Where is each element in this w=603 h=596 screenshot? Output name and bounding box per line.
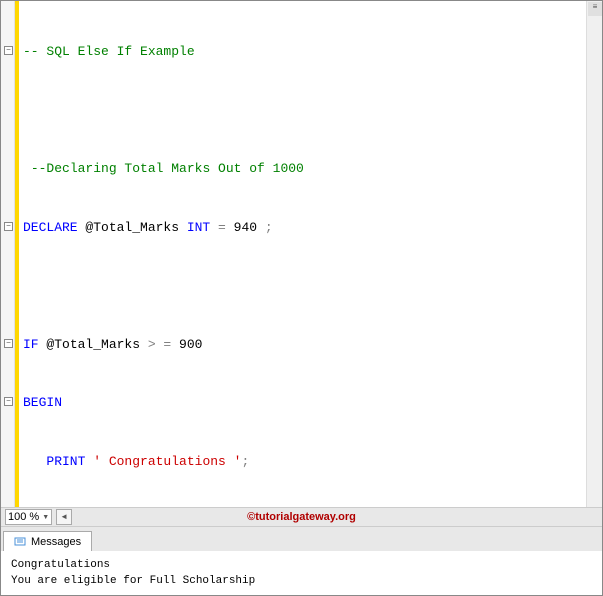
keyword: BEGIN — [23, 395, 62, 410]
gutter — [1, 1, 15, 507]
fold-icon[interactable]: − — [4, 222, 13, 231]
zoom-value: 100 % — [8, 511, 39, 523]
code-editor[interactable]: ≡ − -- SQL Else If Example --Declaring To… — [1, 1, 602, 507]
fold-icon[interactable]: − — [4, 397, 13, 406]
change-marker — [15, 1, 19, 507]
messages-icon — [14, 536, 26, 548]
zoom-dropdown[interactable]: 100 % ▼ — [5, 509, 52, 525]
status-bar: 100 % ▼ ◄ ©tutorialgateway.org — [1, 507, 602, 527]
tab-messages[interactable]: Messages — [3, 531, 92, 551]
keyword: IF — [23, 337, 39, 352]
scroll-split-icon[interactable]: ≡ — [588, 2, 602, 16]
tab-label: Messages — [31, 536, 81, 548]
keyword: PRINT — [46, 454, 85, 469]
watermark: ©tutorialgateway.org — [247, 511, 356, 523]
messages-output[interactable]: Congratulations You are eligible for Ful… — [1, 551, 602, 595]
scroll-left-icon[interactable]: ◄ — [56, 509, 72, 525]
vertical-scrollbar[interactable]: ≡ — [586, 1, 602, 507]
results-tab-bar: Messages — [1, 527, 602, 551]
comment: -- SQL Else If Example — [23, 44, 195, 59]
chevron-down-icon: ▼ — [42, 514, 49, 521]
keyword: DECLARE — [23, 220, 78, 235]
comment: --Declaring Total Marks Out of 1000 — [31, 161, 304, 176]
output-line: Congratulations — [11, 557, 592, 573]
fold-icon[interactable]: − — [4, 46, 13, 55]
output-line: You are eligible for Full Scholarship — [11, 573, 592, 589]
code-content[interactable]: − -- SQL Else If Example --Declaring Tota… — [1, 1, 602, 507]
string: ' Congratulations ' — [85, 454, 241, 469]
fold-icon[interactable]: − — [4, 339, 13, 348]
